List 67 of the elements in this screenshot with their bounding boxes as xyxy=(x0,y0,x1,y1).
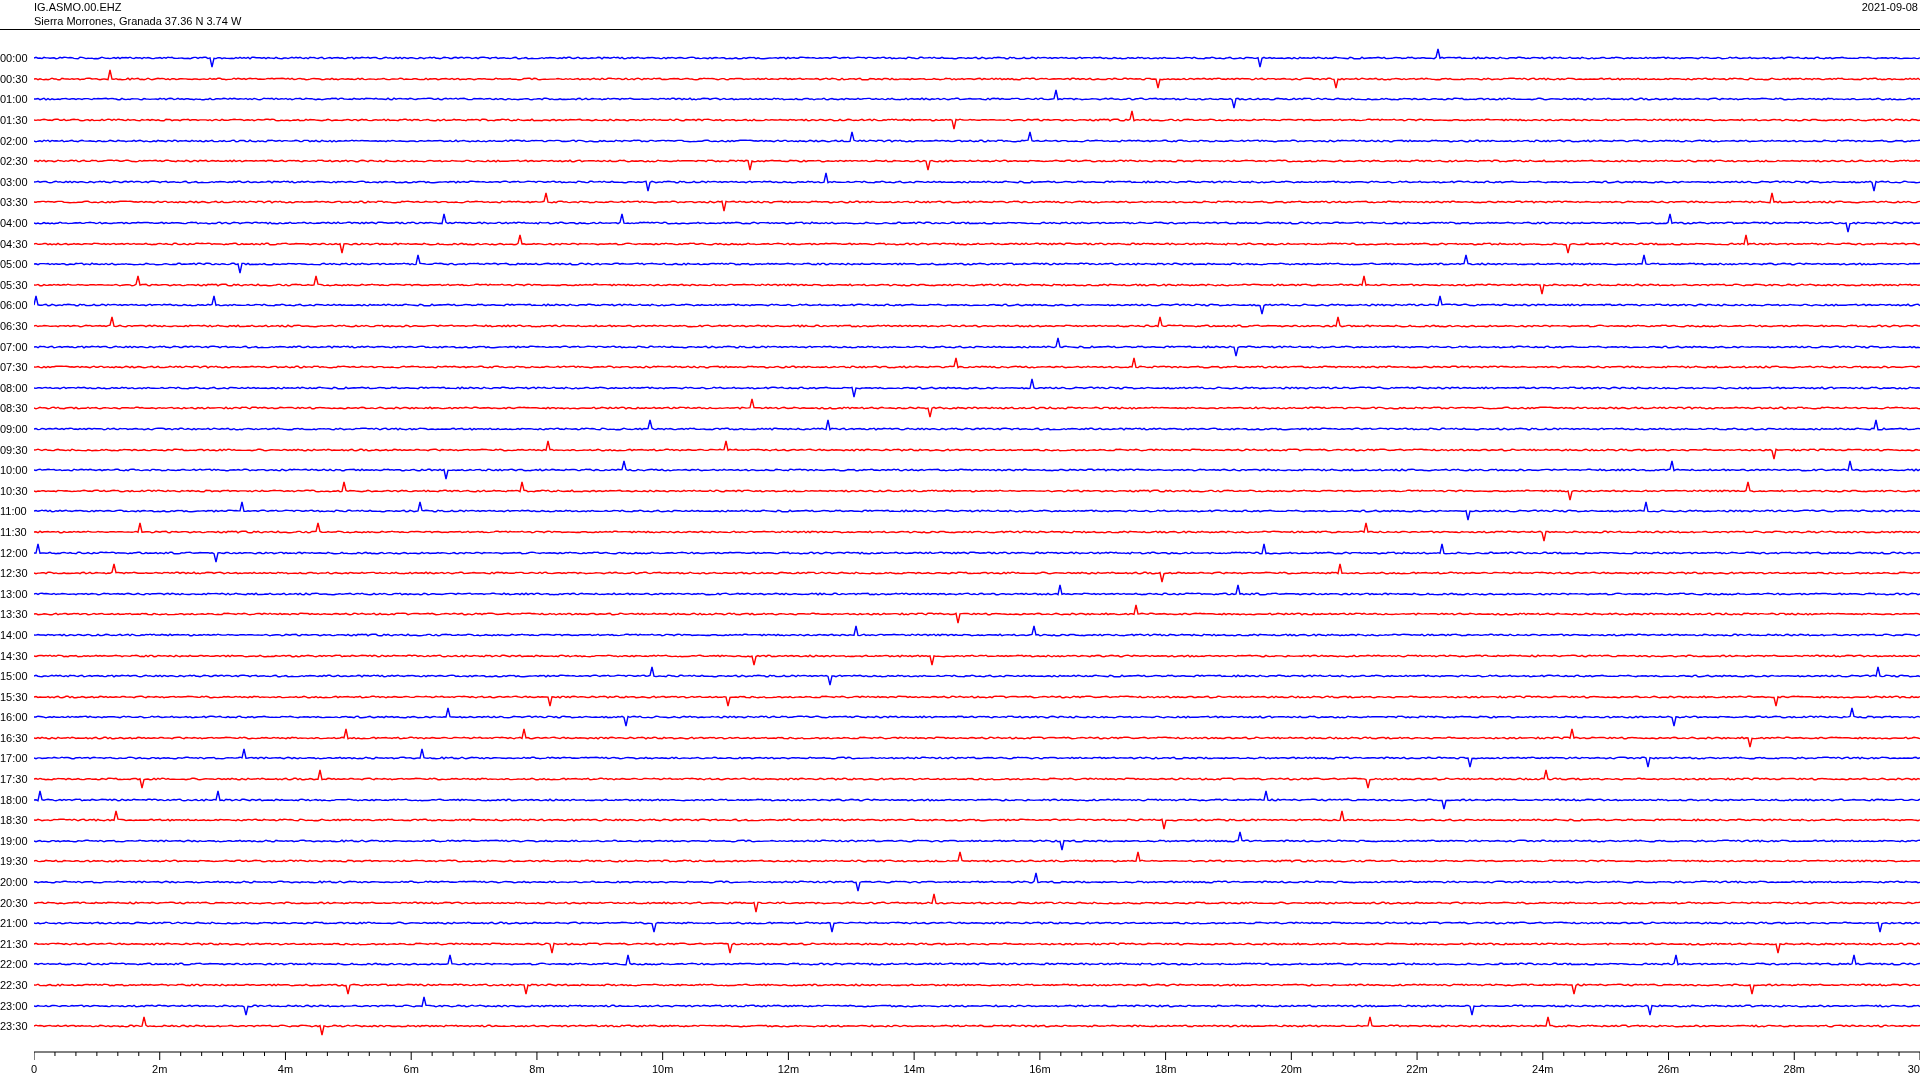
time-label: 07:30 xyxy=(0,361,29,374)
time-label: 00:30 xyxy=(0,72,29,85)
time-label: 01:00 xyxy=(0,93,29,106)
time-label: 18:30 xyxy=(0,814,29,827)
time-label: 14:00 xyxy=(0,628,29,641)
time-label: 08:30 xyxy=(0,402,29,415)
time-label: 03:00 xyxy=(0,175,29,188)
time-label: 20:30 xyxy=(0,896,29,909)
axis-label: 2m xyxy=(152,1062,168,1076)
time-label: 22:30 xyxy=(0,979,29,991)
time-label: 17:30 xyxy=(0,773,29,786)
axis-label: 0 xyxy=(30,1062,38,1076)
time-label: 05:30 xyxy=(0,278,29,291)
axis-label: 30 xyxy=(1907,1062,1920,1076)
axis-label: 20m xyxy=(1280,1062,1303,1076)
time-label: 13:30 xyxy=(0,608,29,621)
time-label: 11:30 xyxy=(0,525,28,538)
time-label: 05:00 xyxy=(0,258,29,271)
axis-label: 26m xyxy=(1657,1062,1680,1076)
time-label: 15:00 xyxy=(0,670,29,683)
axis-label: 24m xyxy=(1532,1062,1554,1076)
time-label: 03:30 xyxy=(0,196,29,209)
time-label: 23:00 xyxy=(0,999,29,1012)
axis-label: 4m xyxy=(277,1062,294,1076)
time-label: 02:30 xyxy=(0,155,29,168)
time-label: 10:30 xyxy=(0,484,29,497)
axis-label: 18m xyxy=(1154,1062,1177,1076)
station-code: IG.ASMO.00.EHZ xyxy=(34,0,123,14)
time-label: 11:00 xyxy=(0,505,28,518)
time-label: 04:00 xyxy=(0,217,29,230)
time-label: 09:30 xyxy=(0,443,29,456)
time-label: 08:00 xyxy=(0,381,29,394)
time-label: 16:30 xyxy=(0,731,29,744)
time-label: 10:00 xyxy=(0,464,29,477)
time-label: 15:30 xyxy=(0,690,29,703)
time-label: 23:30 xyxy=(0,1020,29,1033)
time-label: 21:00 xyxy=(0,917,29,930)
time-label: 20:00 xyxy=(0,876,29,889)
axis-label: 14m xyxy=(903,1062,925,1076)
time-label: 04:30 xyxy=(0,237,29,250)
time-label: 00:00 xyxy=(0,52,29,65)
axis-label: 8m xyxy=(529,1062,545,1076)
time-label: 19:00 xyxy=(0,834,29,847)
axis-label: 28m xyxy=(1783,1062,1805,1076)
time-label: 18:00 xyxy=(0,793,29,806)
axis-label: 16m xyxy=(1029,1062,1051,1076)
time-label: 19:30 xyxy=(0,855,29,868)
time-label: 07:00 xyxy=(0,340,29,353)
time-label: 21:30 xyxy=(0,937,29,950)
record-date: 2021-09-08 xyxy=(1861,0,1919,14)
station-location: Sierra Morrones, Granada 37.36 N 3.74 W xyxy=(34,14,242,28)
time-label: 13:00 xyxy=(0,587,29,600)
time-label: 12:00 xyxy=(0,546,29,559)
time-label: 14:30 xyxy=(0,649,29,662)
time-label: 16:00 xyxy=(0,711,29,724)
time-label: 12:30 xyxy=(0,567,29,580)
time-label: 09:00 xyxy=(0,423,29,435)
time-label: 22:00 xyxy=(0,958,29,971)
axis-label: 12m xyxy=(777,1062,800,1076)
axis-label: 22m xyxy=(1406,1062,1428,1076)
time-label: 17:00 xyxy=(0,752,29,765)
axis-label: 10m xyxy=(651,1062,674,1076)
time-label: 02:00 xyxy=(0,134,29,147)
time-label: 06:30 xyxy=(0,320,29,332)
axis-label: 6m xyxy=(403,1062,419,1076)
time-label: 06:00 xyxy=(0,299,29,312)
time-label: 01:30 xyxy=(0,114,29,127)
